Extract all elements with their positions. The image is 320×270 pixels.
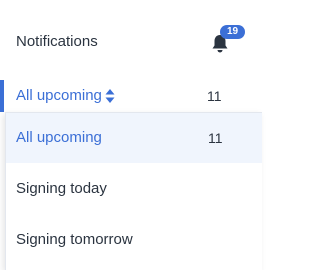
selector-accent-bar	[0, 80, 4, 112]
option-label: Signing tomorrow	[16, 231, 133, 248]
filter-selected-label: All upcoming	[16, 87, 102, 104]
option-label: All upcoming	[16, 129, 102, 146]
notifications-panel: Notifications 19 All upcoming 11 All upc…	[0, 0, 262, 270]
dropdown-option-signing-tomorrow[interactable]: Signing tomorrow	[6, 215, 262, 265]
filter-select[interactable]: All upcoming 11	[0, 80, 262, 112]
filter-dropdown-menu: All upcoming 11 Signing today Signing to…	[5, 112, 262, 270]
dropdown-option-signing-today[interactable]: Signing today	[6, 164, 262, 214]
option-label: Signing today	[16, 180, 107, 197]
panel-header: Notifications 19	[0, 0, 262, 70]
sort-icon	[105, 89, 115, 103]
panel-title: Notifications	[16, 33, 98, 50]
option-count: 11	[208, 130, 223, 146]
notification-count-badge: 19	[220, 25, 245, 39]
filter-selected-count: 11	[207, 88, 222, 104]
dropdown-option-all-upcoming[interactable]: All upcoming 11	[6, 113, 262, 163]
notifications-bell-button[interactable]: 19	[210, 25, 250, 59]
